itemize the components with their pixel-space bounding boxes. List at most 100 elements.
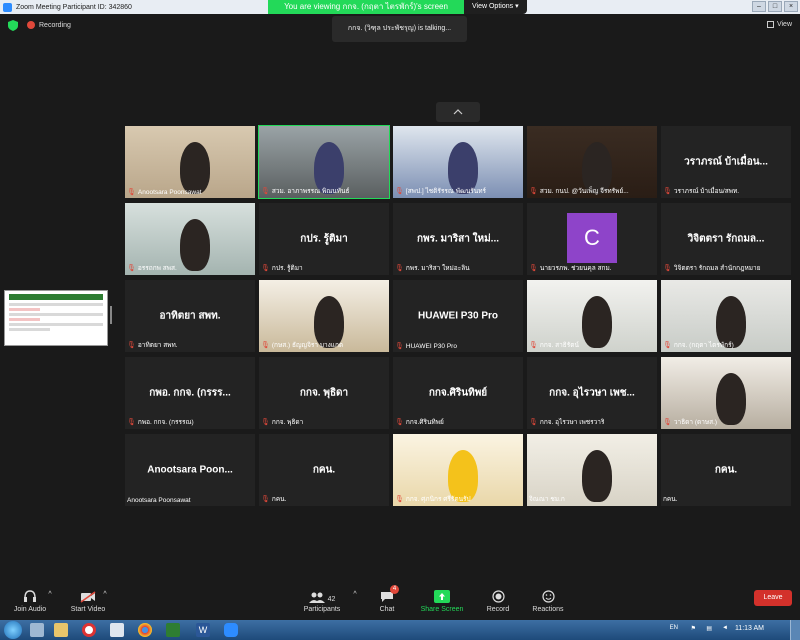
- participant-tile[interactable]: วิจิตตรา รักถมล... 🎙 วิจิตตรา รักถมล สำนัก…: [661, 203, 791, 275]
- participant-tile[interactable]: กพร. มาริสา ใหม่... 🎙 กพร. มาริสา ใหม่อะลิ…: [393, 203, 523, 275]
- mic-muted-icon: 🎙: [395, 496, 404, 503]
- participant-tile[interactable]: C 🎙 นายวรภพ. ช่วยนคุล สกม.: [527, 203, 657, 275]
- opera-icon[interactable]: [82, 623, 96, 637]
- chat-button[interactable]: 4 Chat: [372, 585, 402, 613]
- security-shield-icon[interactable]: [8, 20, 18, 31]
- folder-icon[interactable]: [54, 623, 68, 637]
- taskbar-app-icon[interactable]: [110, 623, 124, 637]
- video-off-icon: [80, 591, 96, 603]
- audio-options-caret[interactable]: ^: [45, 591, 55, 598]
- participant-name-tag: กคน.: [663, 494, 678, 504]
- participant-tile[interactable]: กคน. 🎙 กคน.: [259, 434, 389, 506]
- participant-tile[interactable]: 🎙 สวม. อาภาพรรณ พิณนทันธ์: [258, 125, 390, 199]
- participants-options-caret[interactable]: ^: [350, 591, 360, 598]
- split-drag-handle[interactable]: [110, 306, 112, 324]
- participant-tile[interactable]: กคน. กคน.: [661, 434, 791, 506]
- participant-display-name: กกจ. พุธิดา: [299, 387, 349, 399]
- participant-tile[interactable]: 🎙 กกจ. (กฤตา ไตรพักร์): [661, 280, 791, 352]
- zoom-taskbar-icon[interactable]: [224, 623, 238, 637]
- close-button[interactable]: ×: [784, 1, 798, 12]
- meeting-toolbar: Join Audio ^ Start Video ^ 42 Participan…: [0, 582, 800, 620]
- taskbar-app-icon[interactable]: [30, 623, 44, 637]
- view-options-button[interactable]: View Options ▾: [464, 0, 527, 14]
- participants-button[interactable]: 42 Participants: [300, 587, 344, 613]
- participant-tile[interactable]: 🎙 กกจ. สาธิรัตน์: [527, 280, 657, 352]
- participant-tile[interactable]: 🎙 กกจ. ศุภนิกร ศรีรัตนรัป: [393, 434, 523, 506]
- mic-muted-icon: 🎙: [529, 265, 538, 272]
- participant-tile[interactable]: กพอ. กกจ. (กรรร... 🎙 กพอ. กกจ. (กรรรณ): [125, 357, 255, 429]
- chevron-up-icon: ^: [353, 591, 357, 598]
- participant-tile[interactable]: กปร. รู้ติมา 🎙 กปร. รู้ติมา: [259, 203, 389, 275]
- leave-button[interactable]: Leave: [754, 590, 792, 606]
- participant-tile[interactable]: กกจ. พุธิดา 🎙 กกจ. พุธิดา: [259, 357, 389, 429]
- participant-tile[interactable]: 🎙 [สพป.] ไชติรัรรณ พัฒนรันทร์: [393, 126, 523, 198]
- participant-tile[interactable]: 🎙 อรรถกพ สพส.: [125, 203, 255, 275]
- mic-muted-icon: 🎙: [127, 265, 136, 272]
- word-icon[interactable]: W: [196, 623, 210, 637]
- join-audio-label: Join Audio: [13, 606, 47, 613]
- participant-tile[interactable]: 🎙 (กษส.) ธัญญจิรา บางแกต: [259, 280, 389, 352]
- minimize-button[interactable]: –: [752, 1, 766, 12]
- participant-name: กคน.: [271, 496, 287, 503]
- record-dot-icon: [27, 21, 35, 29]
- participant-tile[interactable]: จิณณา ชม.ก: [527, 434, 657, 506]
- taskbar-clock[interactable]: 11:13 AM: [735, 625, 764, 632]
- join-audio-button[interactable]: Join Audio: [10, 587, 50, 613]
- reactions-label: Reactions: [532, 606, 564, 613]
- participant-name: กกจ. อุไรวษา เพชรวาริ: [539, 419, 605, 426]
- maximize-button[interactable]: □: [768, 1, 782, 12]
- language-indicator[interactable]: EN: [670, 625, 678, 631]
- mic-muted-icon: 🎙: [395, 188, 404, 195]
- participant-tile[interactable]: HUAWEI P30 Pro 🎙 HUAWEI P30 Pro: [393, 280, 523, 352]
- record-button[interactable]: Record: [483, 587, 513, 613]
- reactions-button[interactable]: Reactions: [528, 587, 568, 613]
- participants-icon: [308, 592, 325, 603]
- record-icon: [491, 590, 505, 603]
- participant-name: กกจ.ศิรินทิพย์: [405, 419, 444, 426]
- video-options-caret[interactable]: ^: [100, 591, 110, 598]
- chrome-icon[interactable]: [138, 623, 152, 637]
- participant-tile[interactable]: วราภรณ์ บ้าเมื่อน... 🎙 วราภรณ์ บ้าเมื่อน/ส…: [661, 126, 791, 198]
- mic-muted-icon: 🎙: [529, 342, 538, 349]
- recording-indicator[interactable]: Recording: [27, 21, 71, 29]
- participant-name: กกจ. สาธิรัตน์: [539, 342, 579, 349]
- participant-display-name: วิจิตตรา รักถมล...: [687, 233, 765, 245]
- tray-network-icon[interactable]: ▤: [706, 625, 712, 632]
- shared-screen-thumbnail[interactable]: [4, 290, 108, 346]
- participant-display-name: กพร. มาริสา ใหม่...: [416, 233, 500, 245]
- participant-name-tag: จิณณา ชม.ก: [529, 494, 565, 504]
- participant-name: สวม. อาภาพรรณ พิณนทันธ์: [271, 188, 350, 195]
- participant-tile[interactable]: อาทิตยา สพท. 🎙 อาทิตยา สพท.: [125, 280, 255, 352]
- participant-gallery: 🎙 Anootsara Poonsawat 🎙 สวม. อาภาพรรณ พิณนท…: [125, 125, 791, 508]
- excel-icon[interactable]: [166, 623, 180, 637]
- participant-tile[interactable]: Anootsara Poon... Anootsara Poonsawat: [125, 434, 255, 506]
- sheet-row: [9, 328, 50, 331]
- collapse-gallery-button[interactable]: [436, 102, 480, 122]
- show-desktop-button[interactable]: [790, 620, 800, 640]
- tray-volume-icon[interactable]: ◄: [722, 625, 728, 631]
- participant-display-name: กกจ. อุไรวษา เพช...: [549, 387, 635, 399]
- mic-muted-icon: 🎙: [529, 188, 538, 195]
- participant-name: กพร. มาริสา ใหม่อะลิน: [405, 265, 470, 272]
- participant-avatar: C: [567, 213, 617, 263]
- participant-name: กกจ. (กฤตา ไตรพักร์): [673, 342, 734, 349]
- participant-display-name: อาทิตยา สพท.: [159, 310, 221, 322]
- participants-label: Participants: [303, 606, 341, 613]
- zoom-app-icon: [3, 2, 12, 12]
- participant-tile[interactable]: 🎙 วาธิดา (ดาษส.): [661, 357, 791, 429]
- participant-tile[interactable]: กกจ.ศิรินทิพย์ 🎙 กกจ.ศิรินทิพย์: [393, 357, 523, 429]
- view-button[interactable]: View: [766, 21, 792, 28]
- participant-name-tag: 🎙 กพอ. กกจ. (กรรรณ): [127, 417, 194, 427]
- participant-name: กกจ. ศุภนิกร ศรีรัตนรัป: [405, 496, 471, 503]
- start-button[interactable]: [4, 621, 22, 639]
- participant-tile[interactable]: 🎙 Anootsara Poonsawat: [125, 126, 255, 198]
- tray-flag-icon[interactable]: ⚑: [691, 625, 696, 632]
- participant-tile[interactable]: 🎙 สวม. กนป. @วันเพ็ญ จีรทรัพย์...: [527, 126, 657, 198]
- participant-display-name: กคน.: [714, 464, 738, 476]
- participant-name: กพอ. กกจ. (กรรรณ): [137, 419, 194, 426]
- participant-tile[interactable]: กกจ. อุไรวษา เพช... 🎙 กกจ. อุไรวษา เพชรวาร…: [527, 357, 657, 429]
- share-screen-button[interactable]: Share Screen: [417, 587, 467, 613]
- participant-name-tag: 🎙 กกจ. สาธิรัตน์: [529, 340, 579, 350]
- start-video-label: Start Video: [70, 606, 106, 613]
- participant-figure: [179, 141, 210, 194]
